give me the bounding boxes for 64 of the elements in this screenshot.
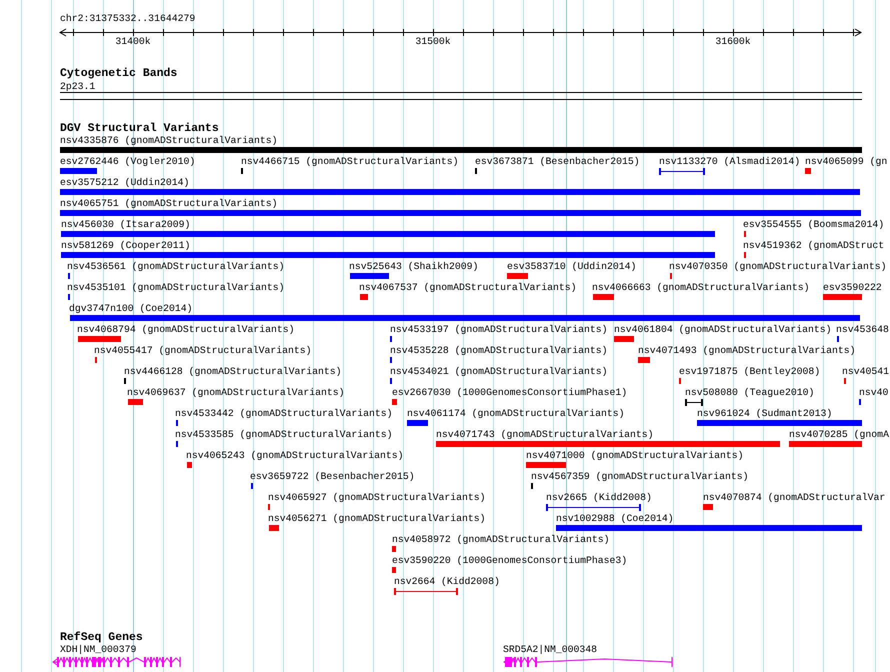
feature-label: nsv4466128 (gnomADStructuralVariants) <box>124 366 342 377</box>
feature-label: nsv4519362 (gnomADStruct <box>743 240 884 251</box>
track-title: DGV Structural Variants <box>60 122 219 135</box>
tick-label: 31400k <box>115 36 151 47</box>
feature-label: nsv4065243 (gnomADStructuralVariants) <box>186 450 404 461</box>
feature-label: nsv4534021 (gnomADStructuralVariants) <box>390 366 608 377</box>
feature-label: nsv2665 (Kidd2008) <box>546 492 652 503</box>
feature-label: nsv4070350 (gnomADStructuralVariants) <box>669 261 887 272</box>
feature-label: esv1971875 (Bentley2008) <box>679 366 820 377</box>
feature-label: nsv40 <box>859 387 888 398</box>
feature-label: nsv1002988 (Coe2014) <box>556 513 674 524</box>
feature-label: esv3575212 (Uddin2014) <box>60 177 190 188</box>
feature-label: esv3590222 <box>823 282 882 293</box>
feature-label: nsv4533442 (gnomADStructuralVariants) <box>175 408 393 419</box>
feature-label: nsv456030 (Itsara2009) <box>61 219 190 230</box>
feature-label: nsv4067537 (gnomADStructuralVariants) <box>359 282 577 293</box>
feature-label: nsv4055417 (gnomADStructuralVariants) <box>94 345 312 356</box>
feature-label: nsv4065927 (gnomADStructuralVariants) <box>268 492 486 503</box>
feature-label: nsv4071743 (gnomADStructuralVariants) <box>436 429 654 440</box>
feature-label: nsv4056271 (gnomADStructuralVariants) <box>268 513 486 524</box>
feature-label: nsv453648 <box>836 324 889 335</box>
location-label: chr2:31375332..31644279 <box>60 13 196 24</box>
feature-label: nsv4058972 (gnomADStructuralVariants) <box>392 534 610 545</box>
band-label: 2p23.1 <box>60 81 96 92</box>
feature-label: nsv2664 (Kidd2008) <box>394 576 500 587</box>
feature-label: nsv961024 (Sudmant2013) <box>697 408 832 419</box>
feature-label: nsv525643 (Shaikh2009) <box>349 261 478 272</box>
track-title: RefSeq Genes <box>60 631 143 644</box>
tick-label: 31500k <box>415 36 451 47</box>
feature-label: nsv4535228 (gnomADStructuralVariants) <box>390 345 608 356</box>
feature-label: nsv508080 (Teague2010) <box>685 387 814 398</box>
feature-label: nsv4533197 (gnomADStructuralVariants) <box>390 324 608 335</box>
feature-label: esv3673871 (Besenbacher2015) <box>475 156 640 167</box>
feature-label: esv3590220 (1000GenomesConsortiumPhase3) <box>392 555 628 566</box>
feature-label: nsv4536561 (gnomADStructuralVariants) <box>67 261 285 272</box>
feature-label: nsv4071000 (gnomADStructuralVariants) <box>526 450 744 461</box>
feature-label: nsv4065099 (gn <box>805 156 888 167</box>
feature-label: nsv4069637 (gnomADStructuralVariants) <box>127 387 345 398</box>
feature-label: nsv1133270 (Alsmadi2014) <box>659 156 800 167</box>
feature-label: esv2762446 (Vogler2010) <box>60 156 196 167</box>
gene-label: XDH|NM_000379 <box>60 644 136 655</box>
feature-label: nsv4466715 (gnomADStructuralVariants) <box>241 156 459 167</box>
feature-label: nsv4533585 (gnomADStructuralVariants) <box>175 429 393 440</box>
feature-label: nsv4066663 (gnomADStructuralVariants) <box>592 282 810 293</box>
feature-label: nsv4061174 (gnomADStructuralVariants) <box>407 408 625 419</box>
feature-label: nsv4070285 (gnomA <box>789 429 889 440</box>
feature-label: esv3659722 (Besenbacher2015) <box>250 471 415 482</box>
feature-label: nsv4535101 (gnomADStructuralVariants) <box>67 282 285 293</box>
feature-label: nsv4335876 (gnomADStructuralVariants) <box>60 135 278 146</box>
feature-label: nsv581269 (Cooper2011) <box>61 240 190 251</box>
feature-label: nsv4567359 (gnomADStructuralVariants) <box>531 471 749 482</box>
feature-label: dgv3747n100 (Coe2014) <box>69 303 192 314</box>
tick-label: 31600k <box>715 36 751 47</box>
feature-label: esv3554555 (Boomsma2014) <box>743 219 884 230</box>
feature-label: nsv40541 <box>842 366 890 377</box>
feature-label: esv3583710 (Uddin2014) <box>507 261 636 272</box>
feature-label: nsv4061804 (gnomADStructuralVariants) <box>614 324 832 335</box>
feature-label: nsv4071493 (gnomADStructuralVariants) <box>638 345 856 356</box>
feature-label: nsv4065751 (gnomADStructuralVariants) <box>60 198 278 209</box>
gene-label: SRD5A2|NM_000348 <box>503 644 598 655</box>
track-title: Cytogenetic Bands <box>60 67 178 80</box>
feature-label: esv2667030 (1000GenomesConsortiumPhase1) <box>392 387 628 398</box>
feature-label: nsv4068794 (gnomADStructuralVariants) <box>77 324 295 335</box>
feature-label: nsv4070874 (gnomADStructuralVar <box>703 492 886 503</box>
